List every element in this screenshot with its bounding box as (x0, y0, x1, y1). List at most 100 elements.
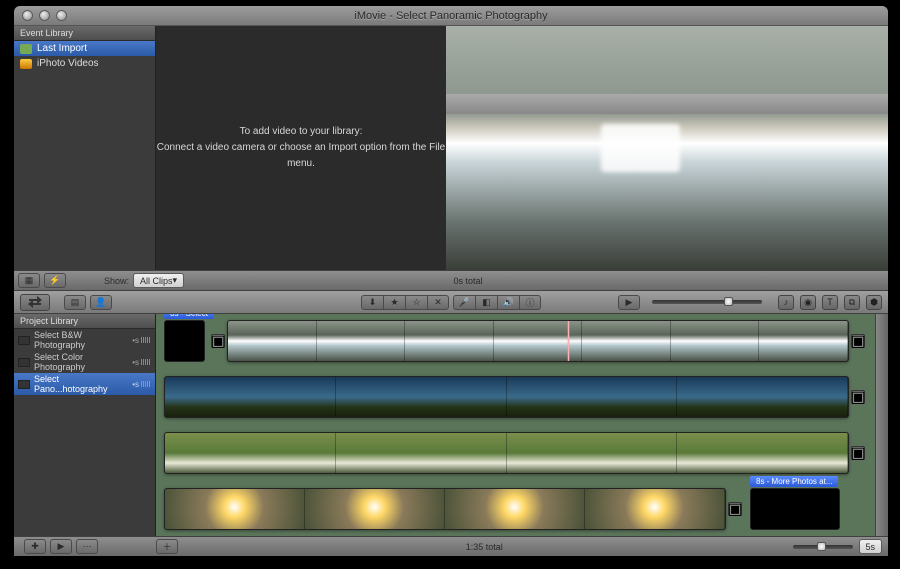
clip-frame (405, 321, 494, 361)
project-item[interactable]: Select Color Photography •s (14, 351, 155, 373)
event-library-header: Event Library (14, 26, 155, 41)
transition-icon[interactable]: ▣ (851, 446, 865, 460)
timeline-scrollbar[interactable] (875, 314, 888, 536)
clip-frame (671, 321, 760, 361)
voiceover-button[interactable]: 🎤 (453, 295, 475, 310)
event-browser: To add video to your library: Connect a … (156, 26, 446, 270)
clip-gap[interactable] (164, 320, 205, 362)
clip-frame (165, 377, 336, 417)
project-meta: •s (132, 336, 151, 345)
clip-frame (759, 321, 848, 361)
preview-viewer[interactable] (446, 26, 888, 270)
project-library-panel: Project Library Select B&W Photography •… (14, 314, 156, 536)
volume-thumb[interactable] (724, 297, 733, 306)
project-item[interactable]: Select B&W Photography •s (14, 329, 155, 351)
clip-frame (677, 433, 848, 473)
project-meta: •s (132, 358, 151, 367)
thumbnail-zoom-slider[interactable] (793, 545, 853, 549)
transition-icon[interactable]: ▣ (851, 390, 865, 404)
empty-msg-line2: Connect a video camera or choose an Impo… (156, 140, 446, 172)
upper-pane: Event Library Last Import iPhoto Videos … (14, 26, 888, 270)
event-library-panel: Event Library Last Import iPhoto Videos (14, 26, 156, 270)
clip-frame (494, 321, 583, 361)
project-library-header: Project Library (14, 314, 155, 329)
event-icon (20, 44, 32, 54)
maps-browser-button[interactable]: ⬢ (866, 295, 882, 310)
project-thumb-icon (18, 380, 30, 389)
browser-buttons: ♪ ◉ T ⧉ ⬢ (778, 295, 882, 310)
clip-row: ▣ (164, 376, 867, 418)
project-meta: •s (132, 380, 151, 389)
transition-icon[interactable]: ▣ (728, 502, 742, 516)
clip-duration-label: 8s - More Photos at... (750, 476, 838, 487)
project-item-label: Select Pano...hotography (34, 374, 128, 394)
project-settings-button[interactable]: ⋯ (76, 539, 98, 554)
empty-library-message: To add video to your library: Connect a … (156, 26, 446, 270)
clip-strip[interactable] (227, 320, 849, 362)
empty-msg-line1: To add video to your library: (240, 124, 363, 140)
show-label: Show: (104, 276, 129, 286)
clip-row: ▣ 8s - More Photos at... (164, 488, 867, 530)
event-total-duration: 0s total (454, 276, 483, 286)
project-item[interactable]: Select Pano...hotography •s (14, 373, 155, 395)
new-project-button[interactable]: ✚ (24, 539, 46, 554)
music-browser-button[interactable]: ♪ (778, 295, 794, 310)
clip-frame (507, 377, 678, 417)
inspector-button[interactable]: ⓘ (519, 295, 541, 310)
transition-icon[interactable]: ▣ (851, 334, 865, 348)
clip-row: 3s - Select ▣ ▣ (164, 320, 867, 362)
clip-gap[interactable] (750, 488, 840, 530)
play-project-button[interactable]: ▶ (50, 539, 72, 554)
event-item-iphoto[interactable]: iPhoto Videos (14, 56, 155, 71)
clip-frame (507, 433, 678, 473)
zoom-value[interactable]: 5s (859, 539, 883, 554)
iphoto-icon (20, 59, 32, 69)
titles-browser-button[interactable]: T (822, 295, 838, 310)
clip-frame (165, 433, 336, 473)
import-button[interactable]: ⬇ (361, 295, 383, 310)
edit-tools-group: ⬇ ★ ☆ ✕ 🎤 ◧ 🔊 ⓘ (361, 295, 541, 310)
clip-frame (305, 489, 445, 529)
clip-frame (336, 377, 507, 417)
project-item-label: Select B&W Photography (34, 330, 128, 350)
transitions-browser-button[interactable]: ⧉ (844, 295, 860, 310)
project-timeline[interactable]: 3s - Select ▣ ▣ (156, 314, 875, 536)
crop-button[interactable]: ◧ (475, 295, 497, 310)
clip-strip[interactable] (164, 488, 726, 530)
photo-browser-button[interactable]: ◉ (800, 295, 816, 310)
frame-view-button[interactable]: ▤ (64, 295, 86, 310)
event-toolbar: ▦ ⚡ Show: All Clips ▾ 0s total (14, 270, 888, 291)
volume-slider[interactable] (652, 300, 762, 304)
titlebar: iMovie - Select Panoramic Photography (14, 6, 888, 26)
transition-icon[interactable]: ▣ (211, 334, 225, 348)
project-thumb-icon (18, 336, 30, 345)
clip-frame (585, 489, 725, 529)
unfavorite-button[interactable]: ☆ (405, 295, 427, 310)
clip-strip[interactable] (164, 432, 849, 474)
audio-adjust-button[interactable]: 🔊 (497, 295, 519, 310)
clip-frame (677, 377, 848, 417)
event-item-last-import[interactable]: Last Import (14, 41, 155, 56)
event-view-list-button[interactable]: ⚡ (44, 273, 66, 288)
clip-frame (445, 489, 585, 529)
add-button[interactable]: ＋ (156, 539, 178, 554)
clip-frame (228, 321, 317, 361)
event-item-label: iPhoto Videos (37, 58, 99, 69)
clip-filter-select[interactable]: All Clips ▾ (133, 273, 184, 288)
lower-pane: Project Library Select B&W Photography •… (14, 314, 888, 536)
zoom-thumb[interactable] (817, 542, 826, 551)
app-window: iMovie - Select Panoramic Photography Ev… (14, 6, 888, 556)
center-toolbar: ▤ 👤 ⬇ ★ ☆ ✕ 🎤 ◧ 🔊 ⓘ ▶ ♪ ◉ T ⧉ ⬢ (14, 291, 888, 314)
clip-row: ▣ (164, 432, 867, 474)
people-view-button[interactable]: 👤 (90, 295, 112, 310)
play-fullscreen-button[interactable]: ▶ (618, 295, 640, 310)
swap-panes-button[interactable] (20, 294, 50, 311)
event-view-grid-button[interactable]: ▦ (18, 273, 40, 288)
reject-button[interactable]: ✕ (427, 295, 449, 310)
clip-frame (582, 321, 671, 361)
event-item-label: Last Import (37, 43, 87, 54)
clip-strip[interactable] (164, 376, 849, 418)
project-item-label: Select Color Photography (34, 352, 128, 372)
project-statusbar: ✚ ▶ ⋯ ＋ 1:35 total 5s (14, 536, 888, 556)
favorite-button[interactable]: ★ (383, 295, 405, 310)
